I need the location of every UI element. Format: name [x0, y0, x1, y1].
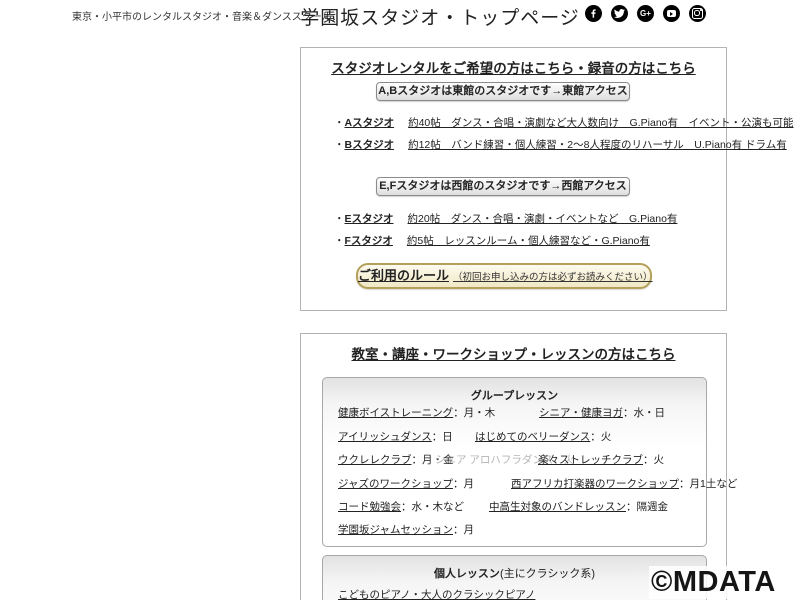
studio-a-name: Aスタジオ: [344, 117, 395, 129]
usage-rules-label: ご利用のルール: [358, 268, 450, 283]
bullet: ・: [334, 213, 345, 225]
youtube-icon[interactable]: [663, 5, 680, 22]
private-lessons-title-note: (主にクラシック系): [499, 568, 596, 580]
lesson-name: アイリッシュダンス: [338, 431, 432, 443]
lesson-time: ：水・木など: [401, 501, 464, 513]
instagram-icon[interactable]: [689, 5, 706, 22]
studio-a-link[interactable]: ・Aスタジオ 約40帖 ダンス・合唱・演劇など大人数向け G.Piano有 イベン…: [334, 115, 794, 130]
studio-rental-heading[interactable]: スタジオレンタルをご希望の方はこちら・録音の方はこちら: [301, 57, 726, 77]
bullet: ・: [334, 235, 345, 247]
lesson-time: ：水・日: [623, 407, 665, 419]
west-building-access-button[interactable]: E,Fスタジオは西館のスタジオです→西館アクセス: [376, 177, 630, 196]
lesson-voice-training[interactable]: 健康ボイストレーニング：月・木: [338, 405, 495, 420]
studio-e-link[interactable]: ・Eスタジオ 約20帖 ダンス・合唱・演劇・イベントなど G.Piano有: [334, 211, 677, 226]
bullet: ・: [334, 139, 345, 151]
lesson-belly-dance[interactable]: はじめてのベリーダンス：火: [475, 429, 611, 444]
mdata-watermark: ©MDATA: [649, 566, 778, 599]
bullet: ・: [334, 117, 345, 129]
studio-f-name: Fスタジオ: [344, 235, 393, 247]
lesson-name: 健康ボイストレーニング: [338, 407, 454, 419]
lesson-time: ：月: [452, 524, 474, 536]
usage-rules-note: （初回お申し込みの方は必ずお読みください）: [453, 272, 653, 283]
lesson-name: ウクレレクラブ: [338, 454, 412, 466]
lesson-time: ：日: [431, 431, 453, 443]
lesson-name: シニア・健康ヨガ: [539, 407, 623, 419]
private-lessons-title-bold: 個人レッスン: [433, 568, 500, 580]
group-lessons-panel: グループレッスン 健康ボイストレーニング：月・木 シニア・健康ヨガ：水・日 アイ…: [322, 377, 737, 547]
east-building-access-button[interactable]: A,Bスタジオは東館のスタジオです→東館アクセス: [376, 82, 630, 101]
page: 東京・小平市のレンタルスタジオ・音楽＆ダンススクール 学園坂スタジオ・トップペー…: [0, 0, 800, 600]
lesson-name: 楽々ストレッチクラブ: [538, 454, 643, 466]
lesson-stretch-club[interactable]: 楽々ストレッチクラブ：火: [538, 452, 664, 467]
lesson-jazz-workshop[interactable]: ジャズのワークショップ：月: [338, 476, 474, 491]
lesson-name: シニア アロハフラダンス: [435, 454, 554, 466]
studio-a-desc: 約40帖 ダンス・合唱・演劇など大人数向け G.Piano有 イベント・公演も可…: [408, 117, 794, 129]
instagram-glyph: [692, 8, 703, 19]
studio-e-name: Eスタジオ: [344, 213, 394, 225]
studio-b-desc: 約12帖 バンド練習・個人練習・2～8人程度のリハーサル U.Piano有 ドラ…: [408, 139, 787, 151]
lessons-section: 教室・講座・ワークショップ・レッスンの方はこちら グループレッスン 健康ボイスト…: [300, 333, 737, 600]
lesson-name: 学園坂ジャムセッション: [338, 524, 453, 536]
usage-rules-button[interactable]: ご利用のルール （初回お申し込みの方は必ずお読みください）: [356, 263, 653, 289]
lesson-chord-study[interactable]: コード勉強会：水・木など: [338, 499, 464, 514]
studio-b-link[interactable]: ・Bスタジオ 約12帖 バンド練習・個人練習・2～8人程度のリハーサル U.Pia…: [334, 137, 787, 152]
facebook-icon[interactable]: [585, 5, 602, 22]
lesson-senior-yoga[interactable]: シニア・健康ヨガ：水・日: [539, 405, 665, 420]
lesson-name: コード勉強会: [338, 501, 401, 513]
lesson-time: ：月: [452, 478, 474, 490]
lesson-time: ：隔週金: [626, 501, 669, 513]
lesson-band-lesson[interactable]: 中高生対象のバンドレッスン：隔週金: [489, 499, 668, 514]
studio-b-name: Bスタジオ: [344, 139, 395, 151]
lesson-name: ジャズのワークショップ: [338, 478, 453, 490]
lessons-heading[interactable]: 教室・講座・ワークショップ・レッスンの方はこちら: [301, 343, 726, 363]
lesson-time: ：火: [590, 431, 612, 443]
google-plus-icon[interactable]: G+: [637, 5, 654, 22]
lesson-name: 西アフリカ打楽器のワークショップ: [511, 478, 679, 490]
lesson-jam-session[interactable]: 学園坂ジャムセッション：月: [338, 522, 474, 537]
google-plus-glyph: G+: [640, 8, 651, 18]
lesson-time: ：月1土など: [679, 478, 738, 490]
twitter-icon[interactable]: [611, 5, 628, 22]
studio-f-desc: 約5帖 レッスンルーム・個人練習など・G.Piano有: [406, 235, 650, 247]
lesson-time: ：月・木: [453, 407, 496, 419]
lesson-name: 中高生対象のバンドレッスン: [489, 501, 627, 513]
piano-lessons-link[interactable]: こどものピアノ・大人のクラシックピアノ: [338, 587, 535, 600]
social-links: G+: [585, 5, 706, 22]
lesson-irish-dance[interactable]: アイリッシュダンス：日: [338, 429, 453, 444]
lesson-african-percussion[interactable]: 西アフリカ打楽器のワークショップ：月1土など: [511, 476, 737, 491]
lesson-time: ：火: [643, 454, 664, 466]
youtube-play-glyph: [667, 10, 676, 17]
group-lessons-title: グループレッスン: [470, 390, 559, 402]
studio-rental-section: スタジオレンタルをご希望の方はこちら・録音の方はこちら A,Bスタジオは東館のス…: [300, 47, 794, 311]
lesson-name: はじめてのベリーダンス: [475, 431, 591, 443]
studio-e-desc: 約20帖 ダンス・合唱・演劇・イベントなど G.Piano有: [407, 213, 678, 225]
studio-f-link[interactable]: ・Fスタジオ 約5帖 レッスンルーム・個人練習など・G.Piano有: [334, 233, 650, 248]
